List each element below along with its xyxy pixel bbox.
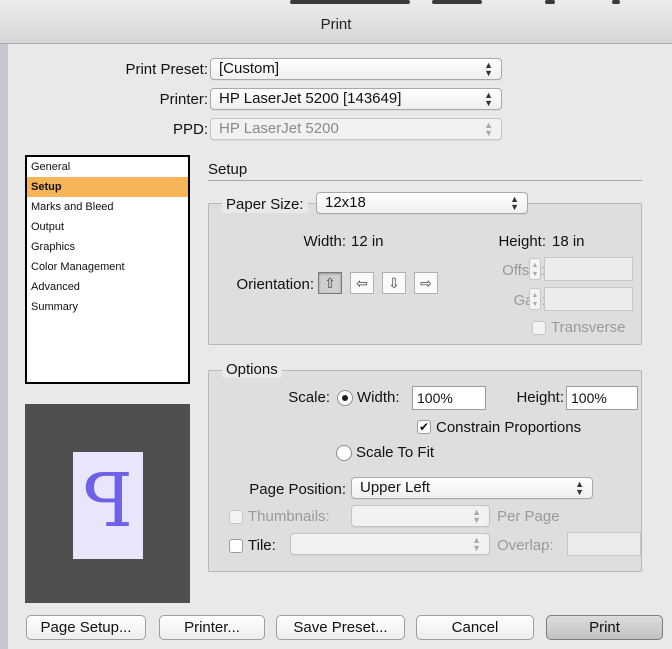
tile-checkbox[interactable] [229, 539, 243, 553]
portrait-orientation-icon[interactable]: ⇧ [318, 272, 342, 294]
setup-section-title: Setup [208, 161, 248, 178]
thumbnails-popup: ▲ ▼ [351, 505, 490, 527]
setup-divider [208, 180, 642, 181]
title-bar-artifact [545, 0, 555, 4]
reverse-landscape-orientation-icon[interactable]: ⇨ [414, 272, 438, 294]
per-page-label: Per Page [497, 508, 560, 525]
paper-width-value: 12 in [351, 233, 384, 250]
offset-stepper: ▲ ▼ [529, 258, 541, 280]
popup-arrows-icon: ▲ ▼ [484, 120, 493, 138]
thumbnails-label: Thumbnails: [248, 508, 330, 525]
scale-to-fit-label: Scale To Fit [356, 444, 435, 461]
category-item-output[interactable]: Output [27, 217, 188, 237]
ppd-popup: HP LaserJet 5200 ▲ ▼ [210, 118, 502, 140]
category-list[interactable]: General Setup Marks and Bleed Output Gra… [25, 155, 190, 384]
category-item-graphics[interactable]: Graphics [27, 237, 188, 257]
scale-height-label: Height: [516, 389, 564, 406]
transverse-label: Transverse [551, 319, 626, 336]
scale-label: Scale: [288, 389, 330, 406]
category-item-summary[interactable]: Summary [27, 297, 188, 317]
popup-arrows-icon: ▲ ▼ [484, 60, 493, 78]
paper-height-value: 18 in [552, 233, 585, 250]
title-bar-artifact [612, 0, 620, 4]
title-bar: Print [0, 0, 672, 44]
popup-arrows-icon: ▲ ▼ [575, 479, 584, 497]
scale-width-field[interactable]: 100% [412, 386, 486, 410]
tile-popup: ▲ ▼ [290, 533, 490, 555]
offset-field [544, 257, 633, 281]
printer-label: Printer: [159, 91, 208, 108]
paper-width-label: Width: [303, 233, 346, 250]
scale-to-fit-radio[interactable] [336, 445, 352, 461]
options-section-title: Options [222, 361, 282, 378]
print-preset-value: [Custom] [219, 60, 280, 77]
window-title: Print [320, 16, 352, 33]
page-position-value: Upper Left [360, 479, 431, 496]
page-position-popup[interactable]: Upper Left ▲ ▼ [351, 477, 593, 499]
gap-stepper: ▲ ▼ [529, 288, 541, 310]
scale-width-radio[interactable] [337, 390, 353, 406]
page-setup-button[interactable]: Page Setup... [26, 615, 146, 640]
paper-size-popup[interactable]: 12x18 ▲ ▼ [316, 192, 528, 214]
transverse-checkbox [532, 321, 546, 335]
orientation-control[interactable]: ⇧ ⇦ ⇩ ⇨ [318, 269, 446, 297]
scale-height-field[interactable]: 100% [566, 386, 638, 410]
overlap-field [567, 532, 641, 556]
category-item-marks-and-bleed[interactable]: Marks and Bleed [27, 197, 188, 217]
popup-arrows-icon: ▲ ▼ [472, 535, 481, 553]
printer-button[interactable]: Printer... [159, 615, 265, 640]
tile-label: Tile: [248, 537, 276, 554]
checkmark-icon: ✔ [418, 420, 430, 434]
save-preset-button[interactable]: Save Preset... [276, 615, 405, 640]
overlap-label: Overlap: [497, 537, 554, 554]
printer-value: HP LaserJet 5200 [143649] [219, 90, 402, 107]
cancel-button[interactable]: Cancel [416, 615, 534, 640]
paper-size-value: 12x18 [325, 194, 366, 211]
gap-field [544, 287, 633, 311]
constrain-proportions-label: Constrain Proportions [436, 419, 582, 436]
thumbnails-checkbox [229, 510, 243, 524]
paper-height-label: Height: [498, 233, 546, 250]
category-item-general[interactable]: General [27, 157, 188, 177]
constrain-proportions-checkbox[interactable]: ✔ [417, 420, 431, 434]
print-preset-label: Print Preset: [125, 61, 208, 78]
paper-size-label: Paper Size: [222, 196, 308, 213]
title-bar-artifact [290, 0, 410, 4]
landscape-orientation-icon[interactable]: ⇦ [350, 272, 374, 294]
ppd-value: HP LaserJet 5200 [219, 120, 339, 137]
category-item-color-management[interactable]: Color Management [27, 257, 188, 277]
category-item-setup[interactable]: Setup [27, 177, 188, 197]
scale-width-label: Width: [357, 389, 400, 406]
page-position-label: Page Position: [249, 481, 346, 498]
preview-glyph: P [83, 458, 133, 544]
ppd-label: PPD: [172, 121, 208, 138]
print-button[interactable]: Print [546, 615, 663, 640]
reverse-portrait-orientation-icon[interactable]: ⇩ [382, 272, 406, 294]
title-bar-artifact [432, 0, 482, 4]
print-preset-popup[interactable]: [Custom] ▲ ▼ [210, 58, 502, 80]
popup-arrows-icon: ▲ ▼ [484, 90, 493, 108]
popup-arrows-icon: ▲ ▼ [510, 194, 519, 212]
category-item-advanced[interactable]: Advanced [27, 277, 188, 297]
popup-arrows-icon: ▲ ▼ [472, 507, 481, 525]
orientation-label: Orientation: [236, 276, 314, 293]
printer-popup[interactable]: HP LaserJet 5200 [143649] ▲ ▼ [210, 88, 502, 110]
